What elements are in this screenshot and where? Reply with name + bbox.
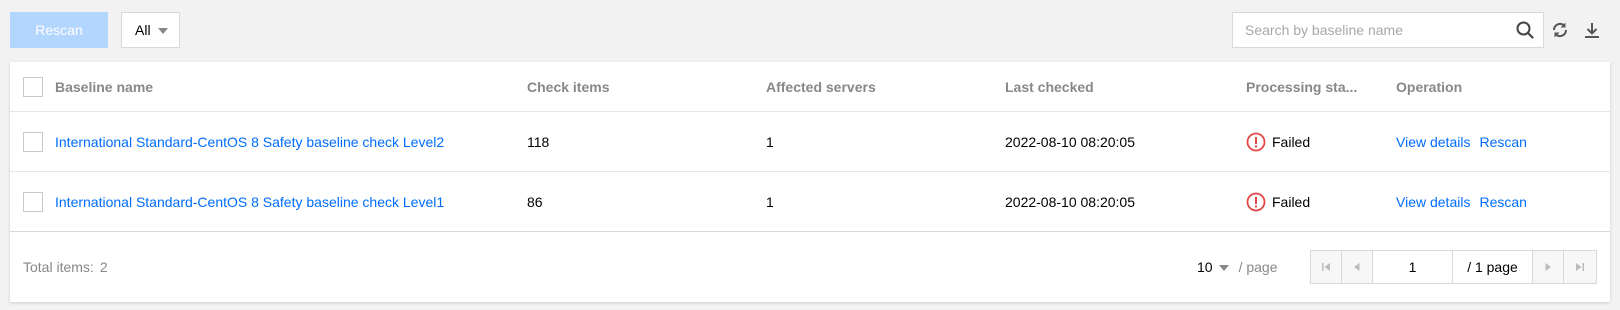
prev-page-icon[interactable] — [1342, 251, 1373, 283]
search-input[interactable] — [1233, 13, 1507, 47]
total-pages-label: / 1 page — [1453, 251, 1533, 283]
filter-select-value: All — [135, 22, 151, 38]
select-all-checkbox[interactable] — [23, 77, 43, 97]
total-items-count: 2 — [99, 259, 108, 275]
table-row: International Standard-CentOS 8 Safety b… — [10, 112, 1610, 172]
status-text: Failed — [1272, 133, 1311, 150]
view-details-link[interactable]: View details — [1396, 194, 1470, 210]
last-checked-value: 2022-08-10 08:20:05 — [1005, 193, 1135, 210]
column-header-last-checked[interactable]: Last checked — [1005, 62, 1235, 111]
refresh-icon[interactable] — [1548, 18, 1572, 42]
row-checkbox[interactable] — [23, 192, 43, 212]
page-size-select[interactable]: 10 / page — [1197, 232, 1278, 302]
table-footer: Total items: 2 10 / page 1 / 1 page — [10, 232, 1610, 302]
operation-cell: View details Rescan — [1396, 172, 1606, 231]
next-page-icon[interactable] — [1533, 251, 1564, 283]
processing-status: Failed — [1246, 172, 1386, 231]
chevron-down-icon — [1218, 265, 1229, 271]
total-items-label: Total items: — [23, 259, 94, 275]
check-items-value: 118 — [527, 133, 550, 150]
download-icon[interactable] — [1580, 18, 1604, 42]
table-header: Baseline name Check items Affected serve… — [10, 62, 1610, 112]
search-icon[interactable] — [1507, 13, 1543, 47]
column-header-processing-status[interactable]: Processing sta... — [1246, 62, 1386, 111]
check-items-value: 86 — [527, 193, 543, 210]
rescan-link[interactable]: Rescan — [1479, 194, 1526, 210]
baseline-name-link[interactable]: International Standard-CentOS 8 Safety b… — [55, 134, 444, 150]
affected-servers-value: 1 — [766, 193, 774, 210]
row-checkbox[interactable] — [23, 132, 43, 152]
column-header-operation: Operation — [1396, 78, 1463, 95]
rescan-button[interactable]: Rescan — [10, 12, 108, 48]
chevron-down-icon — [157, 28, 168, 34]
pagination: 1 / 1 page — [1310, 250, 1597, 284]
page-number-input[interactable]: 1 — [1373, 251, 1453, 283]
rescan-link[interactable]: Rescan — [1479, 134, 1526, 150]
column-header-processing-status-label: Processing sta... — [1246, 78, 1358, 95]
table-row: International Standard-CentOS 8 Safety b… — [10, 172, 1610, 232]
last-checked-value: 2022-08-10 08:20:05 — [1005, 133, 1135, 150]
first-page-icon[interactable] — [1311, 251, 1342, 283]
column-header-affected-servers[interactable]: Affected servers — [766, 62, 986, 111]
operation-cell: View details Rescan — [1396, 112, 1606, 171]
baseline-table: Baseline name Check items Affected serve… — [10, 62, 1610, 302]
total-items: Total items: 2 — [23, 232, 108, 302]
search-box — [1232, 12, 1544, 48]
last-page-icon[interactable] — [1564, 251, 1595, 283]
error-circle-icon — [1246, 132, 1266, 152]
baseline-name-link[interactable]: International Standard-CentOS 8 Safety b… — [55, 194, 444, 210]
filter-select[interactable]: All — [121, 12, 180, 48]
processing-status: Failed — [1246, 112, 1386, 171]
toolbar: Rescan All — [0, 0, 1620, 60]
view-details-link[interactable]: View details — [1396, 134, 1470, 150]
error-circle-icon — [1246, 192, 1266, 212]
column-header-baseline-name[interactable]: Baseline name — [55, 62, 515, 111]
page-size-value: 10 — [1197, 259, 1213, 275]
page-size-unit: / page — [1238, 259, 1278, 275]
status-text: Failed — [1272, 193, 1311, 210]
affected-servers-value: 1 — [766, 133, 774, 150]
column-header-check-items[interactable]: Check items — [527, 62, 747, 111]
